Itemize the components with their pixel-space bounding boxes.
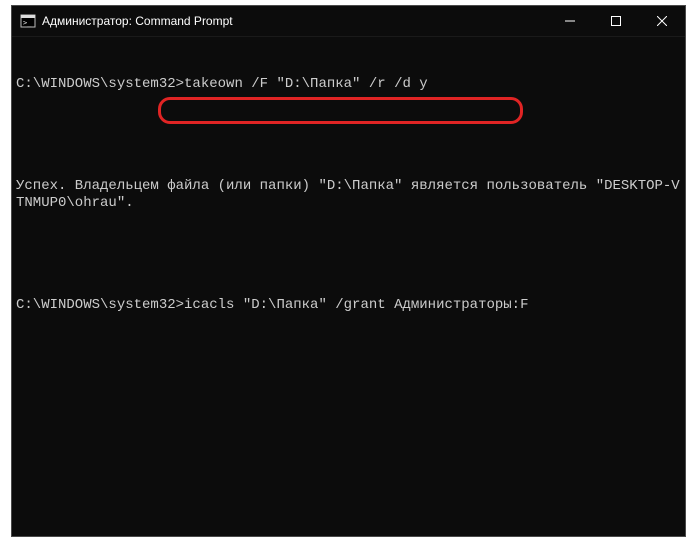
output-text: Успех. Владельцем файла (или папки) "D:\…	[16, 178, 680, 211]
svg-text:>_: >_	[23, 19, 32, 27]
window-title: Администратор: Command Prompt	[42, 14, 233, 28]
blank-line	[16, 246, 681, 263]
maximize-button[interactable]	[593, 6, 639, 36]
minimize-button[interactable]	[547, 6, 593, 36]
terminal-line: C:\WINDOWS\system32>icacls "D:\Папка" /g…	[16, 297, 681, 314]
titlebar[interactable]: >_ Администратор: Command Prompt	[12, 6, 685, 36]
cmd-icon: >_	[20, 13, 36, 29]
blank-line	[16, 127, 681, 144]
terminal-output[interactable]: C:\WINDOWS\system32>takeown /F "D:\Папка…	[12, 36, 685, 536]
terminal-line: C:\WINDOWS\system32>takeown /F "D:\Папка…	[16, 76, 681, 93]
prompt-text: C:\WINDOWS\system32>	[16, 76, 184, 92]
terminal-line: Успех. Владельцем файла (или папки) "D:\…	[16, 178, 681, 212]
close-button[interactable]	[639, 6, 685, 36]
window-controls	[547, 6, 685, 36]
command-text: icacls "D:\Папка" /grant Администраторы:…	[184, 297, 528, 313]
command-text: takeown /F "D:\Папка" /r /d y	[184, 76, 428, 92]
prompt-text: C:\WINDOWS\system32>	[16, 297, 184, 313]
command-prompt-window: >_ Администратор: Command Prompt C:\WIND…	[11, 5, 686, 537]
